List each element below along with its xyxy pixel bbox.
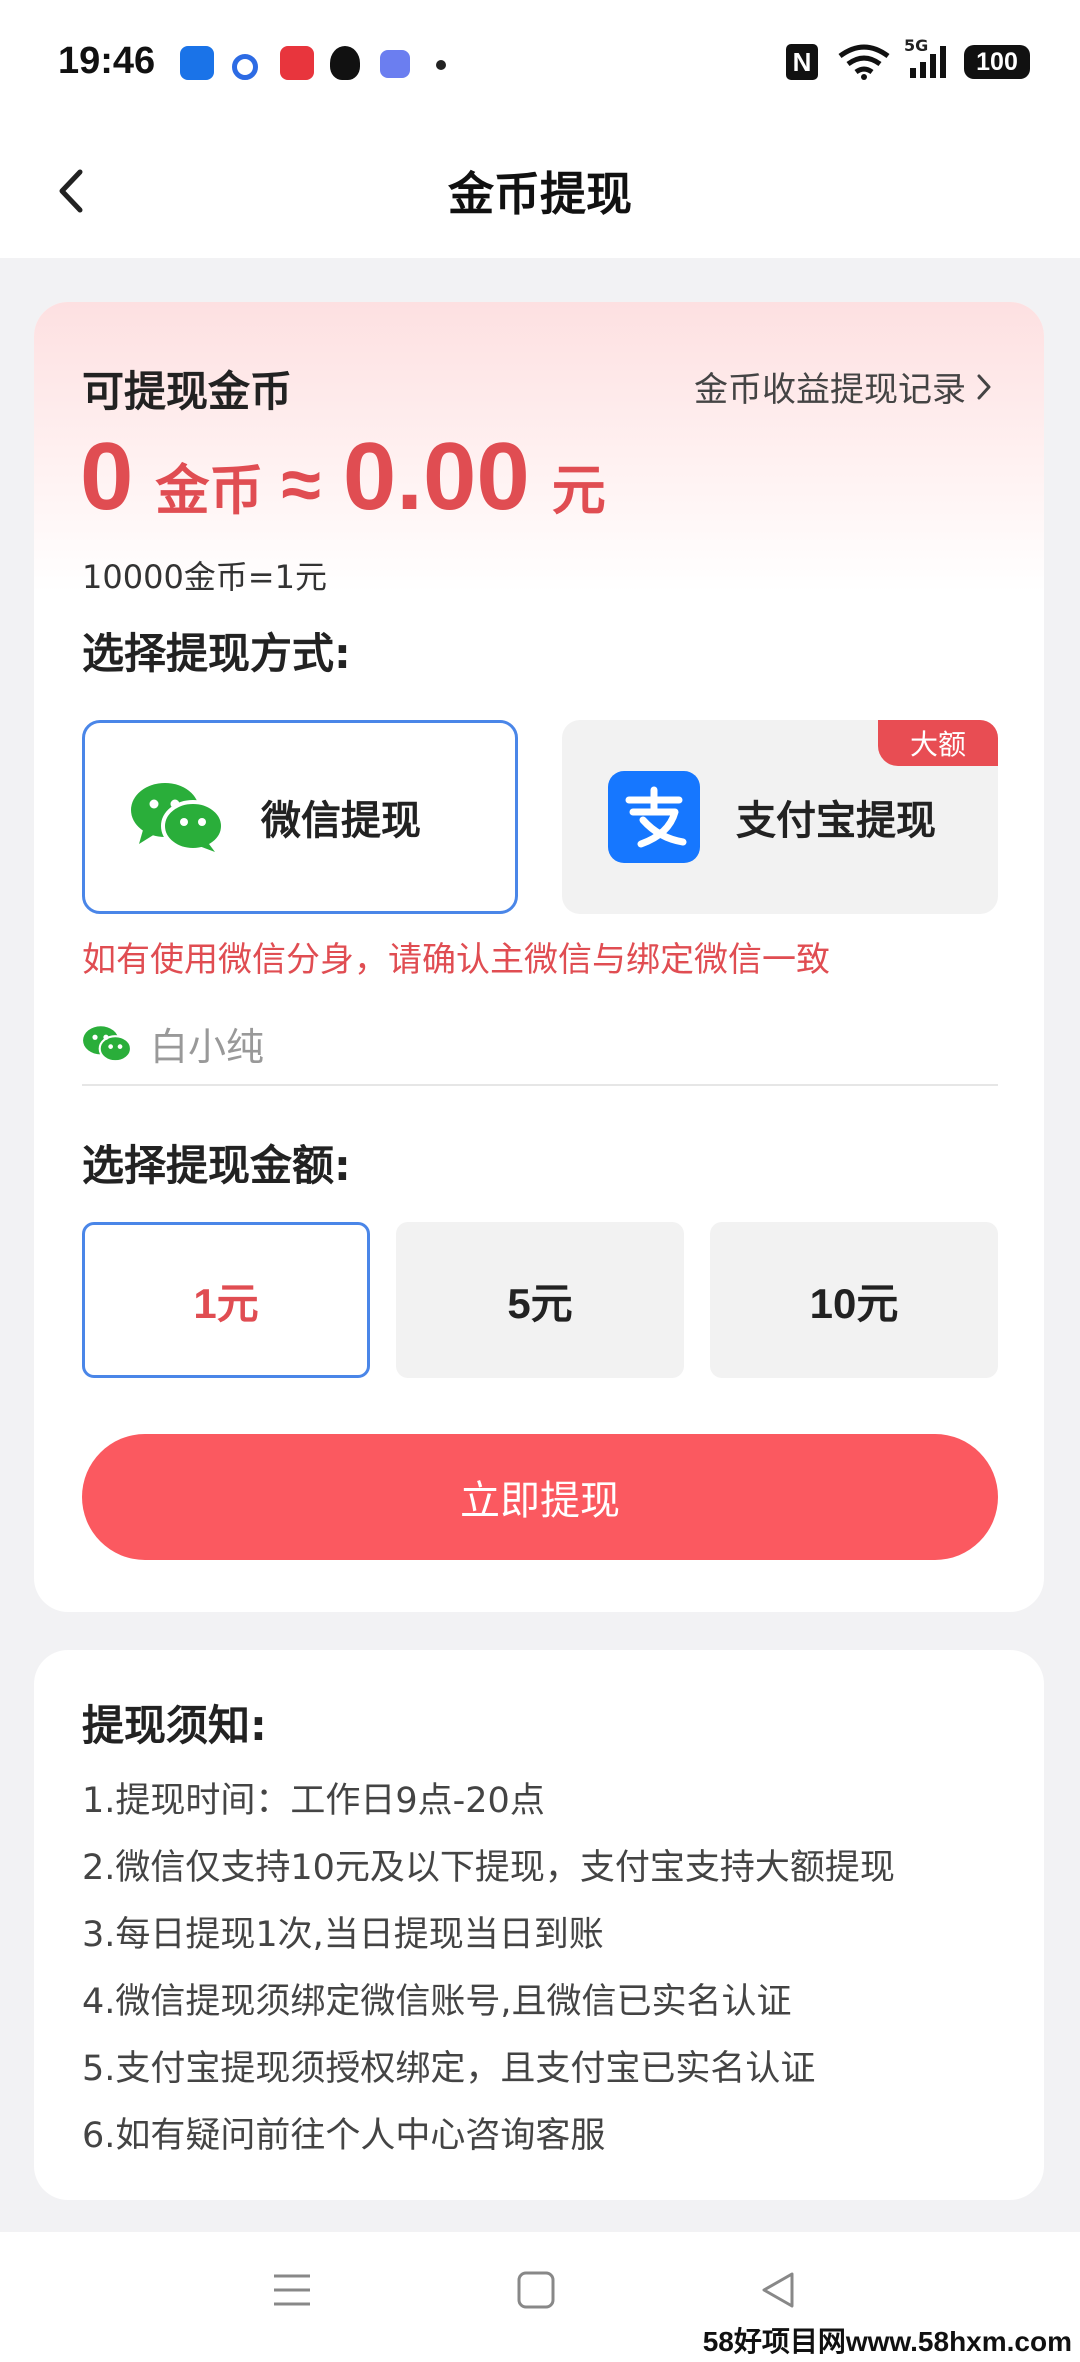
status-bar: 19:46 N 5G 100 <box>0 0 1080 130</box>
withdraw-card: 可提现金币 金币收益提现记录 0 金币 ≈ 0.00 元 10000金币=1元 … <box>34 302 1044 1612</box>
notice-item: 5.支付宝提现须授权绑定，且支付宝已实名认证 <box>82 2049 816 2089</box>
circle-app-icon <box>232 54 258 80</box>
exchange-rate: 10000金币=1元 <box>82 558 327 596</box>
nfc-icon: N <box>786 44 818 80</box>
status-time: 19:46 <box>58 40 156 82</box>
notice-item: 1.提现时间：工作日9点-20点 <box>82 1781 545 1821</box>
bound-wechat-account: 白小纯 <box>82 1016 264 1071</box>
alipay-method-option[interactable]: 支付宝提现 大额 <box>562 720 998 914</box>
withdraw-now-button[interactable]: 立即提现 <box>82 1434 998 1560</box>
coin-unit: 金币 <box>155 459 264 522</box>
notice-item: 6.如有疑问前往个人中心咨询客服 <box>82 2116 606 2156</box>
large-amount-badge: 大额 <box>878 720 998 766</box>
back-triangle-icon[interactable] <box>758 2270 798 2310</box>
yuan-value: 0.00 <box>342 423 530 530</box>
amount-option-1[interactable]: 1元 <box>82 1222 370 1378</box>
wechat-warning: 如有使用微信分身，请确认主微信与绑定微信一致 <box>82 940 830 980</box>
notice-item: 4.微信提现须绑定微信账号,且微信已实名认证 <box>82 1982 792 2022</box>
wechat-method-option[interactable]: 微信提现 <box>82 720 518 914</box>
method-section-title: 选择提现方式: <box>82 629 351 678</box>
available-coins-label: 可提现金币 <box>82 367 293 416</box>
music-app-icon <box>280 46 314 80</box>
yuan-unit: 元 <box>551 459 606 522</box>
notice-title: 提现须知: <box>82 1701 267 1750</box>
divider <box>82 1084 998 1086</box>
coin-count: 0 <box>80 423 134 530</box>
qq-penguin-icon <box>330 46 360 80</box>
watermark: 58好项目网www.58hxm.com <box>702 2326 1072 2357</box>
notice-item: 2.微信仅支持10元及以下提现，支付宝支持大额提现 <box>82 1848 895 1888</box>
signal-icon: 5G <box>904 36 946 78</box>
page-title: 金币提现 <box>448 167 632 221</box>
amount-option-5[interactable]: 5元 <box>396 1222 684 1378</box>
withdraw-record-link[interactable]: 金币收益提现记录 <box>694 362 992 411</box>
nav-bar: 金币提现 <box>0 130 1080 258</box>
chevron-right-icon <box>977 374 991 399</box>
notice-item: 3.每日提现1次,当日提现当日到账 <box>82 1915 604 1955</box>
battery-icon: 100 <box>964 45 1030 79</box>
home-icon[interactable] <box>516 2270 556 2310</box>
fan-app-icon <box>180 46 214 80</box>
status-right: N 5G 100 <box>786 36 1030 80</box>
wechat-icon <box>129 782 225 852</box>
wifi-icon <box>838 44 890 80</box>
amount-option-10[interactable]: 10元 <box>710 1222 998 1378</box>
message-app-icon <box>380 50 410 78</box>
balance-amount: 0 金币 ≈ 0.00 元 <box>80 422 624 532</box>
amount-section-title: 选择提现金额: <box>82 1141 351 1190</box>
system-nav-bar: 58好项目网www.58hxm.com <box>0 2232 1080 2362</box>
alipay-method-label: 支付宝提现 <box>736 798 936 844</box>
wechat-small-icon <box>83 1025 132 1062</box>
approx-sign: ≈ <box>281 445 321 525</box>
withdraw-notice-card: 提现须知: 1.提现时间：工作日9点-20点 2.微信仅支持10元及以下提现，支… <box>34 1650 1044 2200</box>
menu-icon[interactable] <box>272 2270 312 2310</box>
notice-list: 1.提现时间：工作日9点-20点 2.微信仅支持10元及以下提现，支付宝支持大额… <box>82 1768 895 2170</box>
wechat-nickname: 白小纯 <box>150 1025 265 1069</box>
withdraw-record-label: 金币收益提现记录 <box>694 370 966 410</box>
alipay-icon <box>608 771 700 863</box>
wechat-method-label: 微信提现 <box>261 798 421 844</box>
more-notifications-dot <box>436 60 446 70</box>
